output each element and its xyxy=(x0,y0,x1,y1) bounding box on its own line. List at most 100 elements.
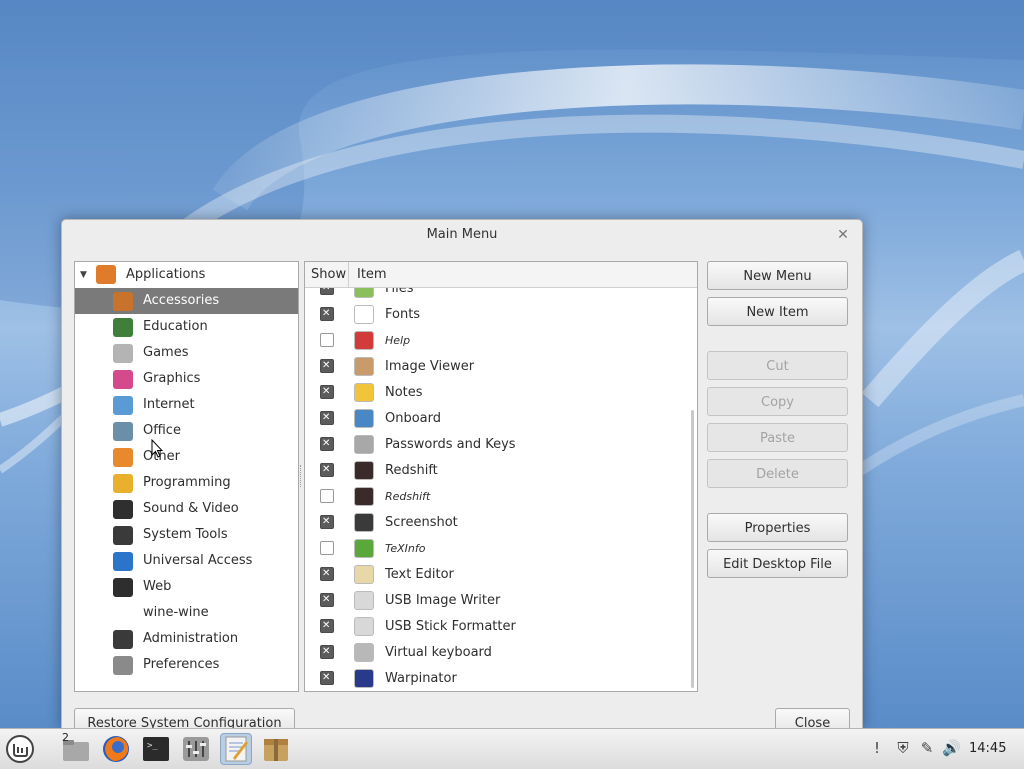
list-item-label: Onboard xyxy=(385,411,442,426)
tree-item-label: Administration xyxy=(143,631,239,646)
preferences-icon xyxy=(113,656,133,675)
show-checkbox[interactable] xyxy=(320,353,334,379)
tree-item-internet[interactable]: Internet xyxy=(75,392,298,418)
show-checkbox[interactable] xyxy=(320,457,334,483)
new-item-button[interactable]: New Item xyxy=(707,297,848,326)
sound-video-icon xyxy=(113,500,133,519)
tree-item-accessories[interactable]: Accessories xyxy=(75,288,298,314)
list-item[interactable]: Redshift xyxy=(305,484,690,510)
list-item[interactable]: Screenshot xyxy=(305,509,690,536)
restore-system-configuration-button[interactable]: Restore System Configuration xyxy=(74,708,295,729)
internet-icon xyxy=(113,396,133,415)
category-list: Accessories Education Games Graphics Interne… xyxy=(75,288,298,678)
tree-item-office[interactable]: Office xyxy=(75,418,298,444)
list-scrollbar[interactable] xyxy=(691,410,694,688)
tree-item-label: wine-wine xyxy=(143,605,209,620)
column-header-item[interactable]: Item xyxy=(357,262,387,287)
mixer-icon[interactable] xyxy=(180,733,212,765)
tree-item-education[interactable]: Education xyxy=(75,314,298,340)
show-checkbox[interactable] xyxy=(320,639,334,665)
list-item[interactable]: Help xyxy=(305,328,690,354)
expander-triangle-icon[interactable]: ▼ xyxy=(80,262,87,288)
show-checkbox[interactable] xyxy=(320,405,334,431)
tree-item-system-tools[interactable]: System Tools xyxy=(75,522,298,548)
list-item[interactable]: Files xyxy=(305,288,690,302)
show-checkbox[interactable] xyxy=(320,613,334,639)
terminal-icon[interactable]: >_ xyxy=(140,733,172,765)
list-item[interactable]: Fonts xyxy=(305,301,690,328)
tree-item-graphics[interactable]: Graphics xyxy=(75,366,298,392)
tree-item-label: Education xyxy=(143,319,208,334)
show-checkbox[interactable] xyxy=(320,431,334,457)
list-item[interactable]: Virtual keyboard xyxy=(305,639,690,666)
list-item[interactable]: Passwords and Keys xyxy=(305,431,690,458)
list-item-label: Fonts xyxy=(385,307,421,322)
show-checkbox[interactable] xyxy=(320,489,334,503)
tree-item-wine-wine[interactable]: wine-wine xyxy=(75,600,298,626)
notification-icon[interactable]: ! xyxy=(868,739,886,757)
list-item[interactable]: USB Image Writer xyxy=(305,587,690,614)
new-menu-button[interactable]: New Menu xyxy=(707,261,848,290)
tree-item-other[interactable]: Other xyxy=(75,444,298,470)
tree-item-web[interactable]: Web xyxy=(75,574,298,600)
list-item[interactable]: Warpinator xyxy=(305,665,690,690)
column-header-show[interactable]: Show xyxy=(305,262,349,287)
text-editor-icon[interactable] xyxy=(220,733,252,765)
list-item[interactable]: USB Stick Formatter xyxy=(305,613,690,640)
taskbar: 2 >_ ! ⛨ ✎ 🔊 14:45 xyxy=(0,728,1024,769)
files-icon[interactable]: 2 xyxy=(60,731,92,765)
web-icon xyxy=(113,578,133,597)
list-item-label: Screenshot xyxy=(385,515,458,530)
volume-icon[interactable]: 🔊 xyxy=(942,739,961,757)
tree-item-label: Universal Access xyxy=(143,553,253,568)
tree-item-sound-video[interactable]: Sound & Video xyxy=(75,496,298,522)
show-checkbox[interactable] xyxy=(320,301,334,327)
show-checkbox[interactable] xyxy=(320,587,334,613)
list-item[interactable]: Redshift xyxy=(305,457,690,484)
network-icon[interactable]: ✎ xyxy=(918,739,936,757)
tree-item-programming[interactable]: Programming xyxy=(75,470,298,496)
show-checkbox[interactable] xyxy=(320,379,334,405)
list-item[interactable]: Notes xyxy=(305,379,690,406)
onboard-icon xyxy=(354,409,374,428)
tree-item-games[interactable]: Games xyxy=(75,340,298,366)
firefox-icon[interactable] xyxy=(100,733,132,765)
usb-stick-formatter-icon xyxy=(354,617,374,636)
show-checkbox[interactable] xyxy=(320,561,334,587)
mint-menu-icon[interactable] xyxy=(4,733,36,765)
show-checkbox[interactable] xyxy=(320,288,334,301)
delete-button[interactable]: Delete xyxy=(707,459,848,488)
titlebar[interactable]: Main Menu ✕ xyxy=(62,220,862,250)
virtual-keyboard-icon xyxy=(354,643,374,662)
show-checkbox[interactable] xyxy=(320,541,334,555)
system-tools-icon xyxy=(113,526,133,545)
tree-item-label: Games xyxy=(143,345,189,360)
tree-root-applications[interactable]: ▼ Applications xyxy=(75,262,298,288)
shield-icon[interactable]: ⛨ xyxy=(894,739,912,757)
programming-icon xyxy=(113,474,133,493)
show-checkbox[interactable] xyxy=(320,665,334,690)
cut-button[interactable]: Cut xyxy=(707,351,848,380)
list-item[interactable]: Onboard xyxy=(305,405,690,432)
close-icon[interactable]: ✕ xyxy=(834,226,852,244)
items-list[interactable]: Show Item Files Fonts Help Image Viewer Note… xyxy=(304,261,698,692)
edit-desktop-file-button[interactable]: Edit Desktop File xyxy=(707,549,848,578)
tree-item-preferences[interactable]: Preferences xyxy=(75,652,298,678)
properties-button[interactable]: Properties xyxy=(707,513,848,542)
archive-icon[interactable] xyxy=(260,733,292,765)
show-checkbox[interactable] xyxy=(320,333,334,347)
list-item[interactable]: TeXInfo xyxy=(305,536,690,562)
tree-item-universal-access[interactable]: Universal Access xyxy=(75,548,298,574)
list-item[interactable]: Text Editor xyxy=(305,561,690,588)
close-button[interactable]: Close xyxy=(775,708,850,729)
workspace-badge: 2 xyxy=(62,731,69,744)
copy-button[interactable]: Copy xyxy=(707,387,848,416)
usb-image-writer-icon xyxy=(354,591,374,610)
tree-item-administration[interactable]: Administration xyxy=(75,626,298,652)
show-checkbox[interactable] xyxy=(320,509,334,535)
other-icon xyxy=(113,448,133,467)
list-item[interactable]: Image Viewer xyxy=(305,353,690,380)
paste-button[interactable]: Paste xyxy=(707,423,848,452)
category-tree[interactable]: ▼ Applications Accessories Education Games… xyxy=(74,261,299,692)
clock[interactable]: 14:45 xyxy=(969,729,1006,769)
